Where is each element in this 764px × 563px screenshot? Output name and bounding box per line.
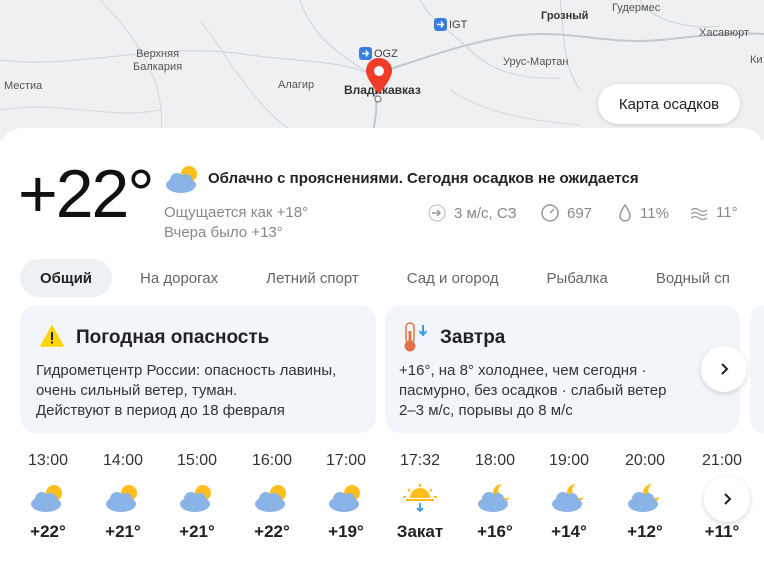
warning-title: Погодная опасность (76, 327, 270, 348)
weather-condition: Облачно с прояснениями. Сегодня осадков … (208, 170, 639, 187)
hourly-next-button[interactable] (704, 476, 750, 522)
hourly-item: 19:00 +14° (539, 452, 599, 542)
hourly-temperature: +22° (30, 522, 66, 541)
hourly-item: 20:00 +12° (615, 452, 675, 542)
weather-warning-card[interactable]: Погодная опасность Гидрометцентр России:… (20, 305, 376, 433)
hourly-time: 17:00 (325, 452, 367, 469)
water-temperature-metric: 11° (690, 204, 738, 221)
pressure-metric: 697 (541, 204, 592, 222)
hourly-time: 19:00 (548, 452, 590, 469)
tomorrow-line: пасмурно, без осадков · слабый ветер (399, 382, 667, 399)
hourly-temperature: +16° (477, 522, 513, 541)
water-waves-icon (690, 207, 708, 220)
airport-igt: IGT (434, 18, 467, 31)
map-label-ki: Ки (750, 54, 763, 66)
pressure-value: 697 (567, 204, 593, 222)
hourly-time: 17:32 (399, 452, 441, 469)
map-label-urus-martan: Урус-Мартан (503, 56, 569, 68)
tomorrow-title: Завтра (440, 327, 506, 348)
hourly-item: 17:32 Закат (390, 452, 450, 542)
tab-summer-sports[interactable]: Летний спорт (246, 259, 379, 297)
tab-water-sports[interactable]: Водный сп (636, 259, 750, 297)
water-temperature-value: 11° (716, 204, 738, 221)
partly-cloudy-day-icon (163, 163, 203, 200)
tab-fishing[interactable]: Рыбалка (527, 259, 628, 297)
tomorrow-line: 2–3 м/с, порывы до 8 м/с (399, 402, 573, 419)
partly-cloudy-night-icon (539, 478, 599, 518)
map-label-gudermes: Гудермес (612, 2, 661, 14)
partly-cloudy-day-icon (242, 478, 302, 518)
hourly-item: 14:00 +21° (93, 452, 153, 542)
yesterday-temperature: Вчера было +13° (164, 224, 283, 241)
location-pin-icon (364, 57, 394, 100)
precipitation-map[interactable]: Грозный Гудермес Хасавюрт Ки Урус-Мартан… (0, 0, 764, 140)
hourly-item: 17:00 +19° (316, 452, 376, 542)
pressure-gauge-icon (541, 204, 559, 222)
hourly-time: 16:00 (251, 452, 293, 469)
hourly-item: 18:00 +16° (465, 452, 525, 542)
humidity-drop-icon (619, 204, 631, 222)
hourly-item: 13:00 +22° (18, 452, 78, 542)
partly-cloudy-day-icon (18, 478, 78, 518)
partly-cloudy-night-icon (465, 478, 525, 518)
map-label-verkhnyaya-balkaria: Верхняя Балкария (133, 48, 183, 73)
hourly-time: 21:00 (701, 452, 743, 469)
tab-roads[interactable]: На дорогах (120, 259, 238, 297)
warning-icon (40, 325, 64, 347)
thermometer-icon (404, 322, 428, 352)
warning-line: Гидрометцентр России: опасность лавины, (36, 362, 337, 379)
precipitation-map-button[interactable]: Карта осадков (598, 84, 740, 124)
feels-like: Ощущается как +18° (164, 204, 309, 221)
next-card-peek (750, 305, 764, 433)
forecast-tabs: Общий На дорогах Летний спорт Сад и огор… (20, 259, 758, 297)
hourly-temperature: +11° (704, 522, 740, 541)
hourly-time: 18:00 (474, 452, 516, 469)
partly-cloudy-day-icon (93, 478, 153, 518)
hourly-temperature: Закат (396, 522, 444, 541)
hourly-temperature: +21° (105, 522, 141, 541)
map-label-alagir: Алагир (278, 79, 315, 91)
map-label-mestia: Местиа (4, 80, 43, 92)
chevron-right-icon (724, 493, 732, 505)
cards-next-button[interactable] (701, 346, 747, 392)
hourly-time: 20:00 (624, 452, 666, 469)
tomorrow-text: +16°, на 8° холоднее, чем сегодня · пасм… (399, 361, 666, 421)
partly-cloudy-day-icon (316, 478, 376, 518)
hourly-time: 13:00 (27, 452, 69, 469)
map-label-grozny: Грозный (541, 10, 589, 22)
tomorrow-card[interactable]: Завтра +16°, на 8° холоднее, чем сегодня… (385, 305, 740, 433)
wind-value: 3 м/с, СЗ (454, 204, 517, 222)
warning-text: Гидрометцентр России: опасность лавины, … (36, 361, 336, 421)
map-label-khasavyurt: Хасавюрт (699, 27, 750, 39)
hourly-temperature: +21° (179, 522, 215, 541)
hourly-time: 14:00 (102, 452, 144, 469)
airplane-icon (434, 18, 447, 31)
hourly-item: 15:00 +21° (167, 452, 227, 542)
sunset-icon (390, 478, 450, 518)
hourly-temperature: +12° (627, 522, 663, 541)
chevron-right-icon (721, 363, 729, 375)
humidity-metric: 11% (618, 204, 669, 222)
warning-line: очень сильный ветер, туман. (36, 382, 238, 399)
humidity-value: 11% (640, 204, 669, 222)
partly-cloudy-day-icon (167, 478, 227, 518)
hourly-temperature: +19° (328, 522, 364, 541)
tomorrow-line: +16°, на 8° холоднее, чем сегодня · (399, 362, 647, 379)
tab-general[interactable]: Общий (20, 259, 113, 297)
hourly-temperature: +22° (254, 522, 290, 541)
hourly-item: 16:00 +22° (242, 452, 302, 542)
airport-igt-label: IGT (449, 18, 468, 31)
hourly-temperature: +14° (551, 522, 587, 541)
current-temperature: +22° (18, 156, 155, 232)
partly-cloudy-night-icon (615, 478, 675, 518)
tab-garden[interactable]: Сад и огород (387, 259, 519, 297)
warning-line: Действуют в период до 18 февраля (36, 402, 285, 419)
hourly-time: 15:00 (176, 452, 218, 469)
wind-metric: 3 м/с, СЗ (428, 204, 517, 222)
wind-direction-icon (428, 204, 446, 222)
